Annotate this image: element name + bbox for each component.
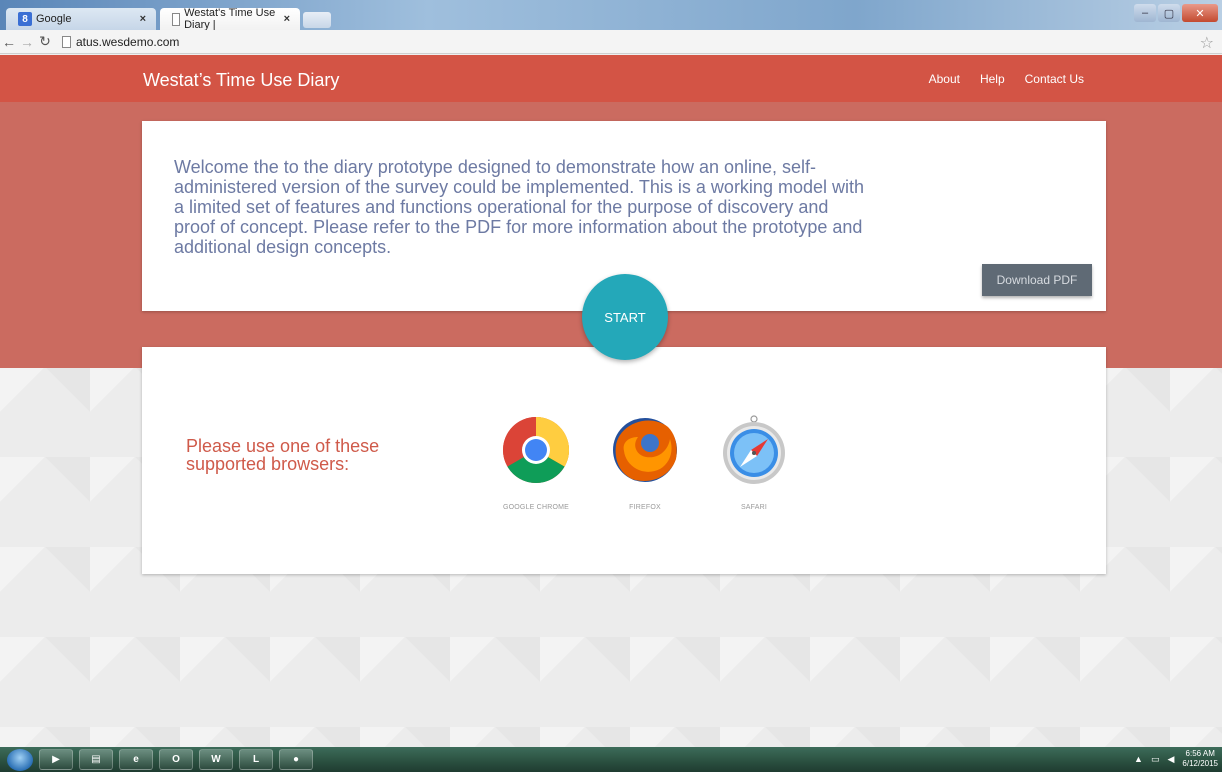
- safari-icon: [723, 415, 785, 484]
- chrome-icon: [502, 417, 570, 484]
- web-page: Westat’s Time Use Diary About Help Conta…: [0, 55, 1222, 747]
- clock[interactable]: 6:56 AM 6/12/2015: [1182, 749, 1218, 769]
- intro-text: Welcome the to the diary prototype desig…: [174, 157, 864, 257]
- nav-about[interactable]: About: [929, 72, 960, 86]
- browser-label: SAFARI: [740, 504, 768, 511]
- browser-safari[interactable]: SAFARI: [714, 415, 794, 511]
- address-bar[interactable]: atus.wesdemo.com: [58, 32, 1192, 52]
- back-icon[interactable]: ←: [0, 34, 18, 50]
- google-icon: 8: [18, 12, 32, 26]
- forward-icon[interactable]: →: [18, 34, 36, 50]
- nav-contact-us[interactable]: Contact Us: [1025, 72, 1084, 86]
- browser-label: GOOGLE CHROME: [503, 504, 569, 511]
- browser-chrome[interactable]: GOOGLE CHROME: [496, 415, 576, 511]
- tab-label: Google: [36, 13, 72, 25]
- media-player-icon[interactable]: ▶: [39, 749, 73, 770]
- outlook-icon[interactable]: O: [159, 749, 193, 770]
- maximize-icon[interactable]: ▢: [1158, 4, 1180, 22]
- reload-icon[interactable]: ↻: [36, 33, 54, 50]
- url-text: atus.wesdemo.com: [76, 34, 180, 49]
- start-button[interactable]: START: [582, 274, 668, 360]
- volume-icon[interactable]: ◀: [1167, 754, 1174, 765]
- clock-time: 6:56 AM: [1185, 749, 1215, 758]
- close-icon[interactable]: ×: [284, 13, 290, 25]
- tab-westat[interactable]: Westat's Time Use Diary | ×: [160, 7, 300, 31]
- download-pdf-button[interactable]: Download PDF: [982, 264, 1092, 296]
- nav-help[interactable]: Help: [980, 72, 1005, 86]
- close-icon[interactable]: ×: [140, 13, 146, 25]
- site-title[interactable]: Westat’s Time Use Diary: [143, 70, 339, 91]
- document-icon: [172, 12, 181, 26]
- clock-date: 6/12/2015: [1182, 759, 1218, 768]
- window-controls: – ▢ ✕: [1134, 4, 1218, 22]
- minimize-icon[interactable]: –: [1134, 4, 1156, 22]
- windows-start-icon[interactable]: [7, 748, 33, 771]
- tab-google[interactable]: 8 Google ×: [6, 8, 156, 30]
- browser-toolbar: ← → ↻ atus.wesdemo.com: [0, 30, 1222, 54]
- bookmark-star-icon[interactable]: ☆: [1200, 33, 1214, 53]
- chrome-taskbar-icon[interactable]: ●: [279, 749, 313, 770]
- file-explorer-icon[interactable]: ▤: [79, 749, 113, 770]
- top-nav: About Help Contact Us: [929, 72, 1084, 86]
- taskbar: ▶ ▤ e O W L ● ▲ ▭ ◀ 6:56 AM 6/12/2015: [0, 747, 1222, 772]
- tab-label: Westat's Time Use Diary |: [184, 7, 276, 31]
- page-icon: [62, 35, 71, 48]
- word-icon[interactable]: W: [199, 749, 233, 770]
- new-tab-button[interactable]: [303, 12, 331, 28]
- supported-browsers-prompt: Please use one of these supported browse…: [186, 436, 380, 474]
- site-header: Westat’s Time Use Diary About Help Conta…: [0, 55, 1222, 102]
- browser-tabstrip: 8 Google × Westat's Time Use Diary | × –…: [0, 0, 1222, 31]
- browser-firefox[interactable]: FIREFOX: [605, 415, 685, 511]
- show-hidden-icons[interactable]: ▲: [1134, 754, 1143, 764]
- system-tray: ▲ ▭ ◀ 6:56 AM 6/12/2015: [1134, 749, 1218, 769]
- window-close-icon[interactable]: ✕: [1182, 4, 1218, 22]
- browser-label: FIREFOX: [629, 504, 661, 511]
- internet-explorer-icon[interactable]: e: [119, 749, 153, 770]
- lync-icon[interactable]: L: [239, 749, 273, 770]
- network-icon[interactable]: ▭: [1151, 754, 1160, 765]
- firefox-icon: [613, 418, 677, 482]
- browsers-card: Please use one of these supported browse…: [142, 347, 1106, 574]
